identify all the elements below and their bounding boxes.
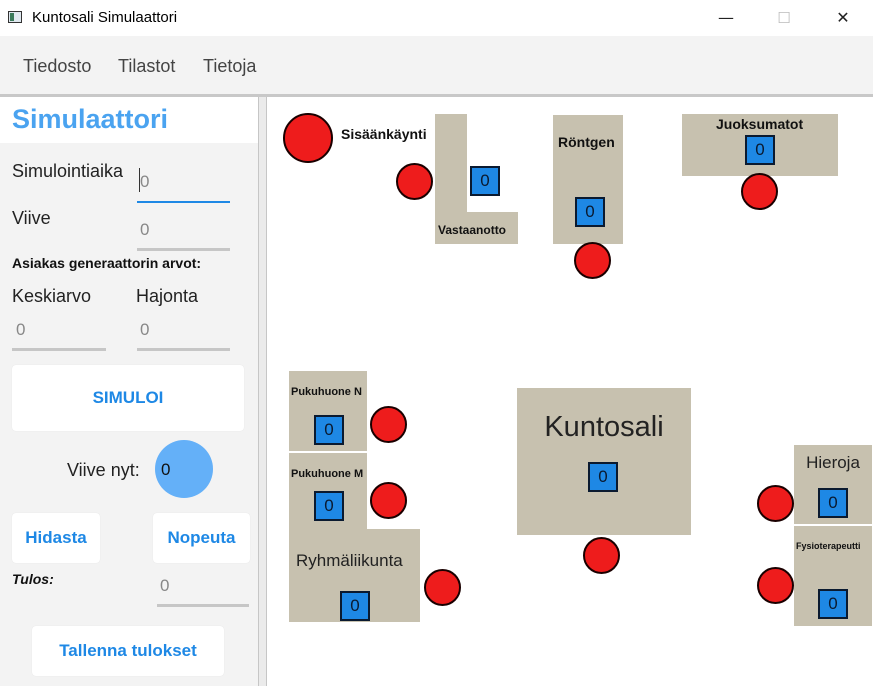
group-exercise-queue (424, 569, 461, 606)
xray-counter: 0 (575, 197, 605, 227)
result-label: Tulos: (12, 571, 54, 587)
gym-counter: 0 (588, 462, 618, 492)
delay-underline (137, 248, 230, 251)
xray-queue (574, 242, 611, 279)
result-output: 0 (160, 576, 170, 595)
entrance-label: Sisäänkäynti (341, 126, 427, 142)
masseur-counter: 0 (818, 488, 848, 518)
minimize-button[interactable]: — (703, 0, 749, 36)
result-underline (157, 604, 249, 607)
maximize-button[interactable]: ☐ (761, 0, 807, 36)
treadmill-queue (741, 173, 778, 210)
stddev-label: Hajonta (136, 286, 199, 306)
gym-queue (583, 537, 620, 574)
masseur-label: Hieroja (806, 453, 860, 472)
faster-button[interactable]: Nopeuta (153, 513, 250, 563)
sim-time-input[interactable]: 0 (140, 172, 149, 192)
locker-n-label: Pukuhuone N (291, 386, 362, 398)
stddev-input[interactable]: 0 (140, 320, 149, 340)
entrance-circle (283, 113, 333, 163)
delay-input[interactable]: 0 (140, 220, 149, 240)
mean-input[interactable]: 0 (16, 320, 25, 340)
physio-counter: 0 (818, 589, 848, 619)
mean-label: Keskiarvo (12, 286, 92, 306)
reception-queue (396, 163, 433, 200)
gym-label: Kuntosali (544, 411, 664, 443)
window-title: Kuntosali Simulaattori (32, 9, 178, 26)
group-exercise-label: Ryhmäliikunta (296, 551, 403, 570)
delay-now-label: Viive nyt: (67, 460, 140, 480)
masseur-queue (757, 485, 794, 522)
group-exercise-counter: 0 (340, 591, 370, 621)
locker-m-counter: 0 (314, 491, 344, 521)
menu-tiedosto[interactable]: Tiedosto (23, 56, 91, 77)
sim-time-underline (137, 201, 230, 203)
locker-m-queue (370, 482, 407, 519)
menu-tietoja[interactable]: Tietoja (203, 56, 256, 77)
simulate-button[interactable]: SIMULOI (12, 365, 244, 431)
physio-queue (757, 567, 794, 604)
mean-underline (12, 348, 106, 351)
reception-label: Vastaanotto (438, 223, 507, 237)
delay-now-value: 0 (161, 460, 171, 479)
sim-time-label: Simulointiaika (12, 161, 124, 181)
generator-label: Asiakas generaattorin arvot: (12, 255, 202, 271)
split-divider[interactable] (258, 97, 267, 686)
menu-tilastot[interactable]: Tilastot (118, 56, 175, 77)
delay-label: Viive (12, 208, 51, 228)
close-button[interactable]: ✕ (820, 0, 866, 36)
xray-label: Röntgen (558, 134, 615, 150)
stddev-underline (137, 348, 230, 351)
save-results-button[interactable]: Tallenna tulokset (32, 626, 224, 676)
treadmill-counter: 0 (745, 135, 775, 165)
locker-n-queue (370, 406, 407, 443)
locker-m-label: Pukuhuone M (291, 468, 364, 480)
reception-counter: 0 (470, 166, 500, 196)
treadmill-label: Juoksumatot (716, 116, 804, 132)
text-caret (139, 168, 140, 192)
slower-button[interactable]: Hidasta (12, 513, 100, 563)
panel-title: Simulaattori (12, 104, 169, 134)
locker-n-counter: 0 (314, 415, 344, 445)
app-icon (8, 11, 22, 23)
physio-label: Fysioterapeutti (796, 541, 861, 551)
